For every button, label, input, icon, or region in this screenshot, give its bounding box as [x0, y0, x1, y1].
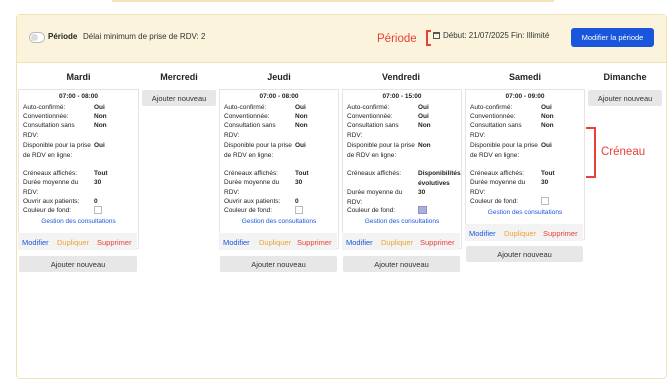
- add-new-mardi-button[interactable]: Ajouter nouveau: [19, 256, 137, 272]
- slot-actions-mardi: Modifier Dupliquer Supprimer: [18, 233, 137, 250]
- day-header-mercredi: Mercredi: [160, 72, 198, 82]
- top-accent-line: [112, 0, 554, 2]
- day-header-samedi: Samedi: [508, 72, 541, 82]
- color-checkbox[interactable]: [94, 206, 102, 214]
- period-toggle[interactable]: [29, 32, 45, 43]
- annotation-creneau: Créneau: [601, 146, 646, 158]
- gestion-consultations-link[interactable]: Gestion des consultations: [220, 218, 338, 225]
- supprimer-link[interactable]: Supprimer: [543, 229, 578, 238]
- gestion-consultations-link[interactable]: Gestion des consultations: [343, 218, 461, 225]
- slot-time: 07:00 - 15:00: [382, 93, 422, 100]
- modifier-link[interactable]: Modifier: [469, 229, 496, 238]
- slot-actions-vendredi: Modifier Dupliquer Supprimer: [342, 233, 460, 250]
- annotation-bracket-creneau: [594, 127, 596, 178]
- modifier-link[interactable]: Modifier: [223, 238, 250, 247]
- modifier-link[interactable]: Modifier: [346, 238, 373, 247]
- slot-time: 07:00 - 08:00: [58, 93, 99, 100]
- dupliquer-link[interactable]: Dupliquer: [259, 238, 291, 247]
- slot-card-mardi: 07:00 - 08:00 Auto-confirmé: Oui Conventi…: [18, 89, 139, 249]
- dupliquer-link[interactable]: Dupliquer: [504, 229, 536, 238]
- slot-card-vendredi: 07:00 - 15:00 Auto-confirmé: Oui Conventi…: [342, 89, 462, 249]
- period-header: Période Délai minimum de prise de RDV: 2…: [17, 15, 666, 63]
- add-new-mercredi-button[interactable]: Ajouter nouveau: [142, 90, 216, 106]
- min-delay-text: Délai minimum de prise de RDV: 2: [83, 32, 206, 41]
- day-header-jeudi: Jeudi: [267, 72, 291, 82]
- period-dates-text: Début: 21/07/2025 Fin: Illimité: [443, 31, 550, 40]
- color-swatch[interactable]: [418, 206, 427, 214]
- slot-actions-jeudi: Modifier Dupliquer Supprimer: [219, 233, 337, 250]
- supprimer-link[interactable]: Supprimer: [297, 238, 332, 247]
- add-new-samedi-button[interactable]: Ajouter nouveau: [466, 246, 583, 262]
- slot-card-samedi: 07:00 - 09:00 Auto-confirmé: Oui Conventi…: [465, 89, 585, 240]
- annotation-periode: Période: [377, 33, 417, 45]
- day-header-dimanche: Dimanche: [603, 72, 647, 82]
- annotation-bracket-periode-top: [426, 30, 431, 32]
- supprimer-link[interactable]: Supprimer: [420, 238, 455, 247]
- add-new-vendredi-button[interactable]: Ajouter nouveau: [343, 256, 460, 272]
- slot-time: 07:00 - 09:00: [505, 93, 545, 100]
- add-new-jeudi-button[interactable]: Ajouter nouveau: [220, 256, 337, 272]
- color-checkbox[interactable]: [295, 206, 303, 214]
- annotation-bracket-periode-bottom: [426, 44, 431, 46]
- modifier-link[interactable]: Modifier: [22, 238, 49, 247]
- slot-card-jeudi: 07:00 - 08:00 Auto-confirmé: Oui Conventi…: [219, 89, 339, 249]
- color-checkbox[interactable]: [541, 197, 549, 205]
- gestion-consultations-link[interactable]: Gestion des consultations: [466, 209, 584, 216]
- day-header-vendredi: Vendredi: [381, 72, 420, 82]
- dupliquer-link[interactable]: Dupliquer: [57, 238, 89, 247]
- period-dates: Début: 21/07/2025 Fin: Illimité: [433, 31, 549, 40]
- period-label: Période: [48, 32, 78, 41]
- slot-actions-samedi: Modifier Dupliquer Supprimer: [465, 224, 583, 241]
- dupliquer-link[interactable]: Dupliquer: [381, 238, 413, 247]
- modify-period-button[interactable]: Modifier la période: [571, 28, 654, 47]
- gestion-consultations-link[interactable]: Gestion des consultations: [19, 218, 138, 225]
- calendar-icon: [433, 32, 440, 39]
- add-new-dimanche-button[interactable]: Ajouter nouveau: [588, 90, 662, 106]
- slot-time: 07:00 - 08:00: [259, 93, 299, 100]
- supprimer-link[interactable]: Supprimer: [97, 238, 132, 247]
- day-header-mardi: Mardi: [66, 72, 91, 82]
